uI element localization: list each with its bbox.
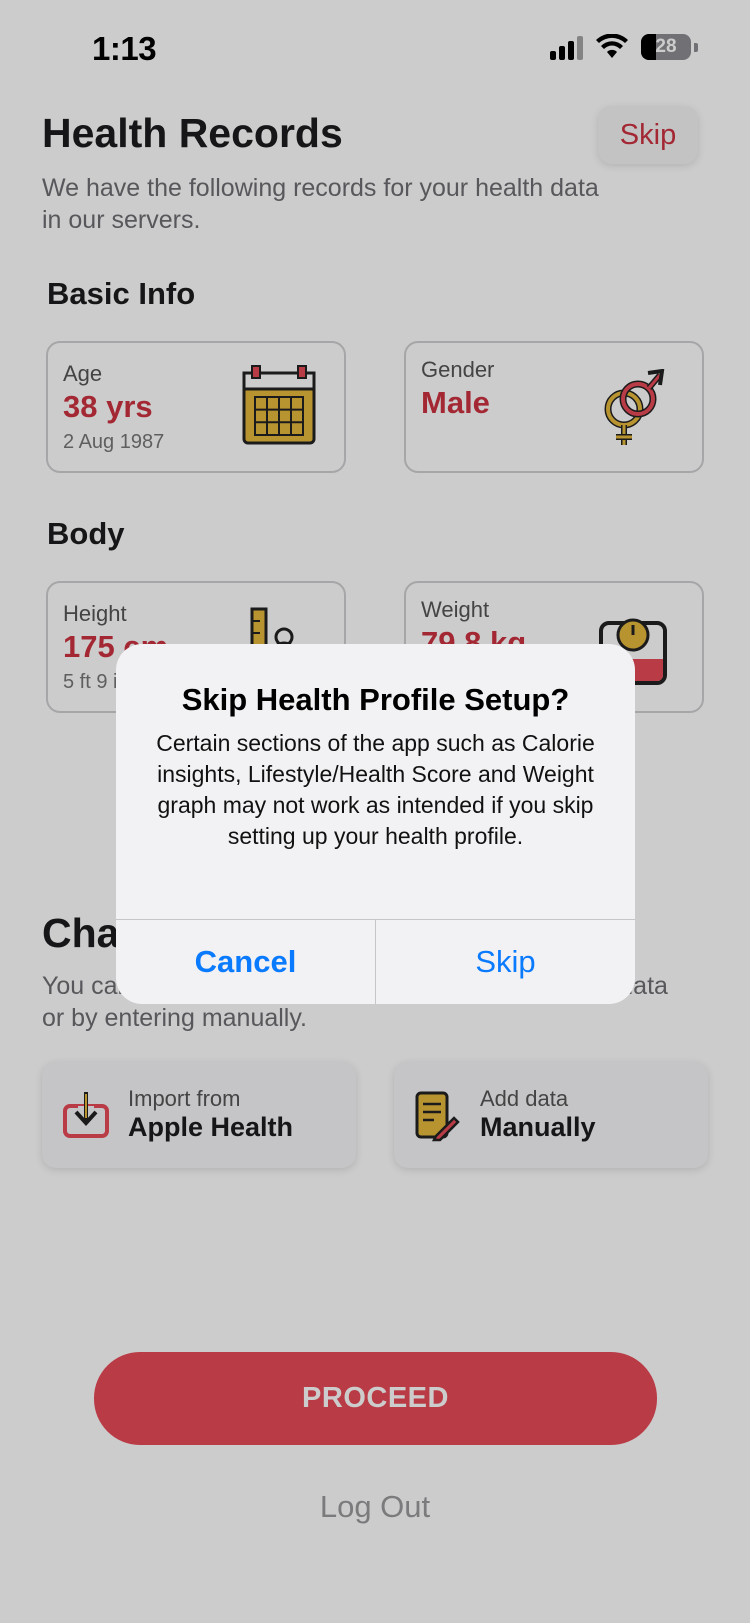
health-records-screen: 1:13 28 Health Records Skip We have the … [0, 0, 750, 1623]
alert-message: Certain sections of the app such as Calo… [156, 730, 595, 849]
skip-confirmation-alert: Skip Health Profile Setup? Certain secti… [116, 644, 635, 1004]
alert-title: Skip Health Profile Setup? [181, 682, 570, 717]
alert-skip-button[interactable]: Skip [376, 920, 635, 1004]
alert-cancel-button[interactable]: Cancel [116, 920, 375, 1004]
